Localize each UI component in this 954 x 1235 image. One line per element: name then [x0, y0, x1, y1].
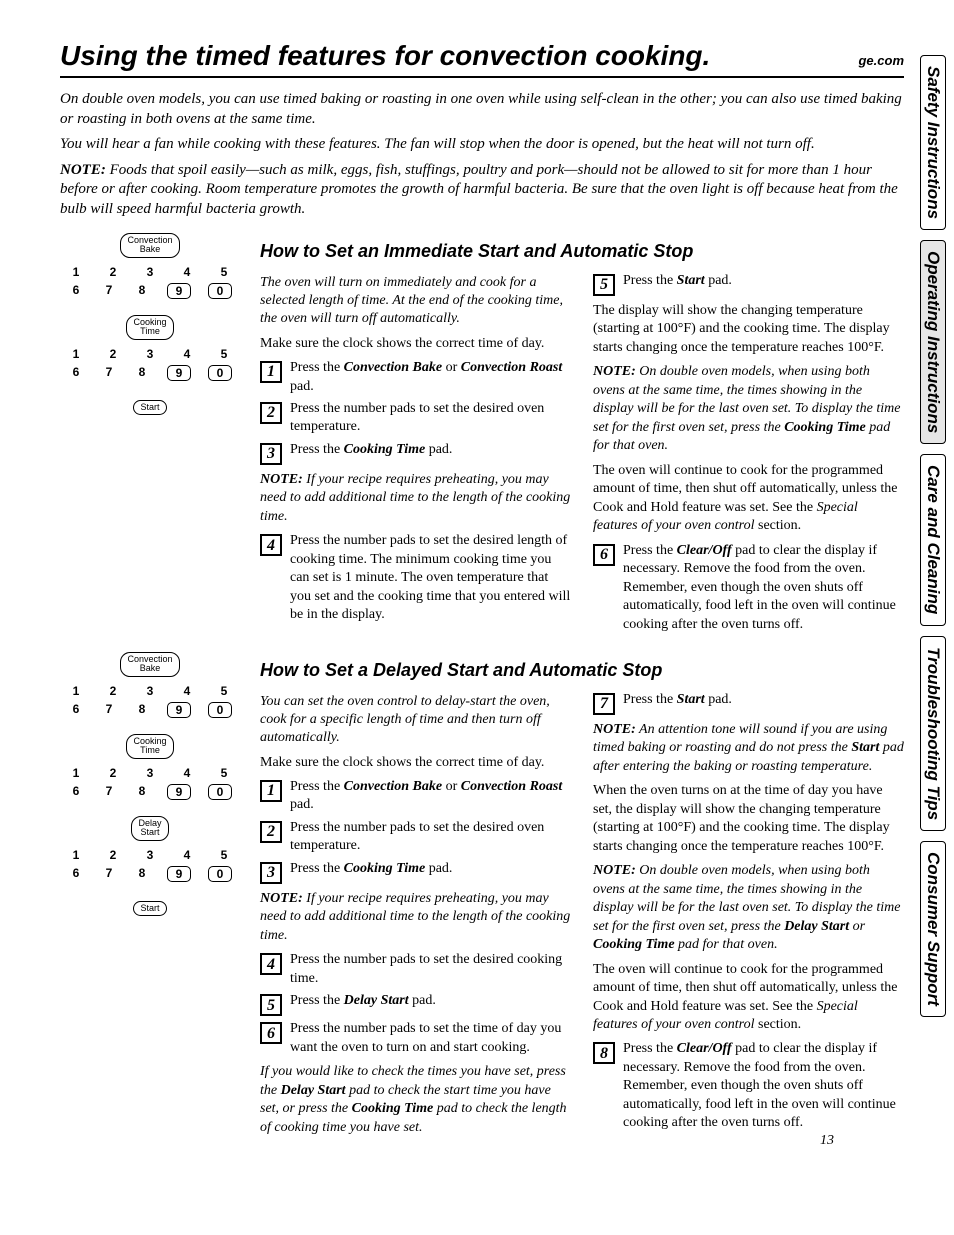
section1-heading: How to Set an Immediate Start and Automa…: [260, 241, 904, 262]
step-2: Press the number pads to set the desired…: [290, 400, 571, 437]
intro-p1: On double oven models, you can use timed…: [60, 90, 904, 129]
section2-lead: You can set the oven control to delay-st…: [260, 693, 571, 748]
start-pad[interactable]: Start: [133, 901, 166, 916]
step-6: Press the Clear/Off pad to clear the dis…: [623, 542, 904, 634]
step-5: Press the Delay Start pad.: [290, 992, 571, 1016]
section2-heading: How to Set a Delayed Start and Automatic…: [260, 660, 904, 681]
step-3-icon: 3: [260, 443, 282, 465]
step-5: Press the Start pad.: [623, 272, 904, 296]
intro-p2: You will hear a fan while cooking with t…: [60, 135, 904, 155]
step-4-icon: 4: [260, 534, 282, 556]
clock-note: Make sure the clock shows the correct ti…: [260, 754, 571, 772]
tab-troubleshooting[interactable]: Troubleshooting Tips: [920, 636, 946, 831]
cook-hold-info: The oven will continue to cook for the p…: [593, 961, 904, 1035]
convection-bake-pad[interactable]: Convection Bake: [120, 233, 179, 258]
step-3: Press the Cooking Time pad.: [290, 441, 571, 465]
step-1: Press the Convection Bake or Convection …: [290, 359, 571, 396]
display-info: The display will show the changing tempe…: [593, 302, 904, 357]
step-3: Press the Cooking Time pad.: [290, 860, 571, 884]
note-double-oven: NOTE: On double oven models, when using …: [593, 862, 904, 954]
numpad-row: 12345: [60, 265, 240, 279]
section1-lead: The oven will turn on immediately and co…: [260, 274, 571, 329]
clock-note: Make sure the clock shows the correct ti…: [260, 335, 571, 353]
page-title: Using the timed features for convection …: [60, 40, 710, 72]
step-2: Press the number pads to set the desired…: [290, 819, 571, 856]
step-6: Press the number pads to set the time of…: [290, 1020, 571, 1057]
page-number: 13: [820, 1133, 834, 1149]
note-preheat: NOTE: If your recipe requires preheating…: [260, 471, 571, 526]
section-immediate: Convection Bake 12345 67890 Cooking Time…: [60, 225, 904, 638]
step-5-icon: 5: [593, 274, 615, 296]
note-double-oven: NOTE: On double oven models, when using …: [593, 363, 904, 455]
step-4: Press the number pads to set the desired…: [290, 951, 571, 988]
step-8: Press the Clear/Off pad to clear the dis…: [623, 1040, 904, 1132]
note-label: NOTE:: [60, 162, 106, 178]
step-7: Press the Start pad.: [623, 691, 904, 715]
tab-operating[interactable]: Operating Instructions: [920, 240, 946, 444]
start-pad[interactable]: Start: [133, 400, 166, 415]
step-4: Press the number pads to set the desired…: [290, 532, 571, 624]
step-1: Press the Convection Bake or Convection …: [290, 778, 571, 815]
convection-bake-pad[interactable]: Convection Bake: [120, 652, 179, 677]
tab-care[interactable]: Care and Cleaning: [920, 454, 946, 625]
cooking-time-pad[interactable]: Cooking Time: [126, 734, 173, 759]
section-delayed: Convection Bake 12345 67890 Cooking Time…: [60, 644, 904, 1143]
cooking-time-pad[interactable]: Cooking Time: [126, 315, 173, 340]
step-1-icon: 1: [260, 361, 282, 383]
tab-safety[interactable]: Safety Instructions: [920, 55, 946, 230]
display-info: When the oven turns on at the time of da…: [593, 782, 904, 856]
note-attention-tone: NOTE: An attention tone will sound if yo…: [593, 721, 904, 776]
title-row: Using the timed features for convection …: [60, 40, 904, 78]
delay-start-pad[interactable]: Delay Start: [131, 816, 168, 841]
step-6-icon: 6: [593, 544, 615, 566]
intro-note: NOTE: Foods that spoil easily—such as mi…: [60, 161, 904, 220]
control-panel-2: Convection Bake 12345 67890 Cooking Time…: [60, 644, 240, 1143]
site-link[interactable]: ge.com: [858, 53, 904, 68]
numpad-row: 67890: [60, 283, 240, 299]
control-panel-1: Convection Bake 12345 67890 Cooking Time…: [60, 225, 240, 638]
note-preheat: NOTE: If your recipe requires preheating…: [260, 890, 571, 945]
intro-block: On double oven models, you can use timed…: [60, 90, 904, 219]
side-tabs: Safety Instructions Operating Instructio…: [920, 55, 946, 1017]
tab-consumer[interactable]: Consumer Support: [920, 841, 946, 1017]
cook-hold-info: The oven will continue to cook for the p…: [593, 462, 904, 536]
check-times: If you would like to check the times you…: [260, 1063, 571, 1137]
step-2-icon: 2: [260, 402, 282, 424]
